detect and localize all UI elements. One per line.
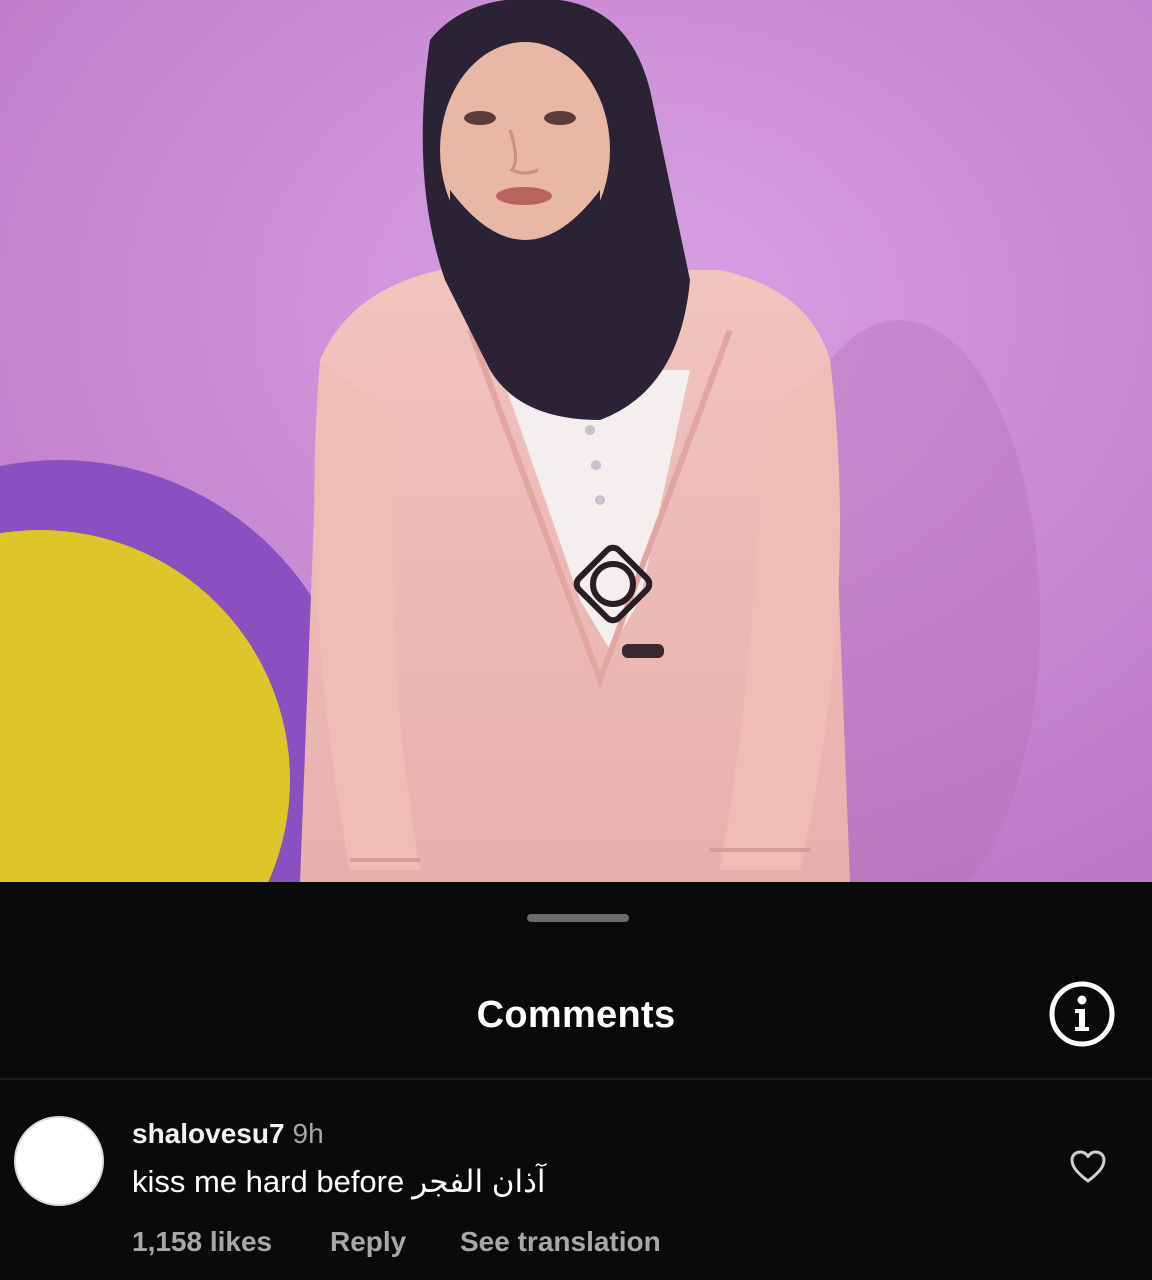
comment-likes[interactable]: 1,158 likes [132, 1226, 330, 1258]
reply-button[interactable]: Reply [330, 1226, 460, 1258]
comment-time: 9h [292, 1118, 324, 1149]
comment-header: shalovesu7 9h [132, 1118, 324, 1150]
comment-username[interactable]: shalovesu7 [132, 1118, 285, 1149]
sheet-divider [0, 1078, 1152, 1080]
post-photo-illustration [0, 0, 1152, 882]
screen: Comments shalovesu7 9h kiss me hard befor… [0, 0, 1152, 1280]
sheet-title: Comments [476, 994, 676, 1036]
comment-text-english: kiss me hard before [132, 1164, 405, 1199]
info-circle-icon[interactable] [1048, 980, 1116, 1048]
sheet-grabber[interactable] [527, 914, 629, 922]
comment-actions: 1,158 likes Reply See translation [132, 1226, 661, 1258]
heart-outline-icon[interactable] [1070, 1150, 1106, 1184]
comment-text: kiss me hard before آذان الفجر [132, 1164, 546, 1200]
comment-text-arabic: آذان الفجر [412, 1164, 546, 1199]
comments-sheet: Comments shalovesu7 9h kiss me hard befor… [0, 882, 1152, 1280]
post-photo[interactable] [0, 0, 1152, 882]
see-translation-button[interactable]: See translation [460, 1226, 661, 1258]
avatar[interactable] [14, 1116, 104, 1206]
